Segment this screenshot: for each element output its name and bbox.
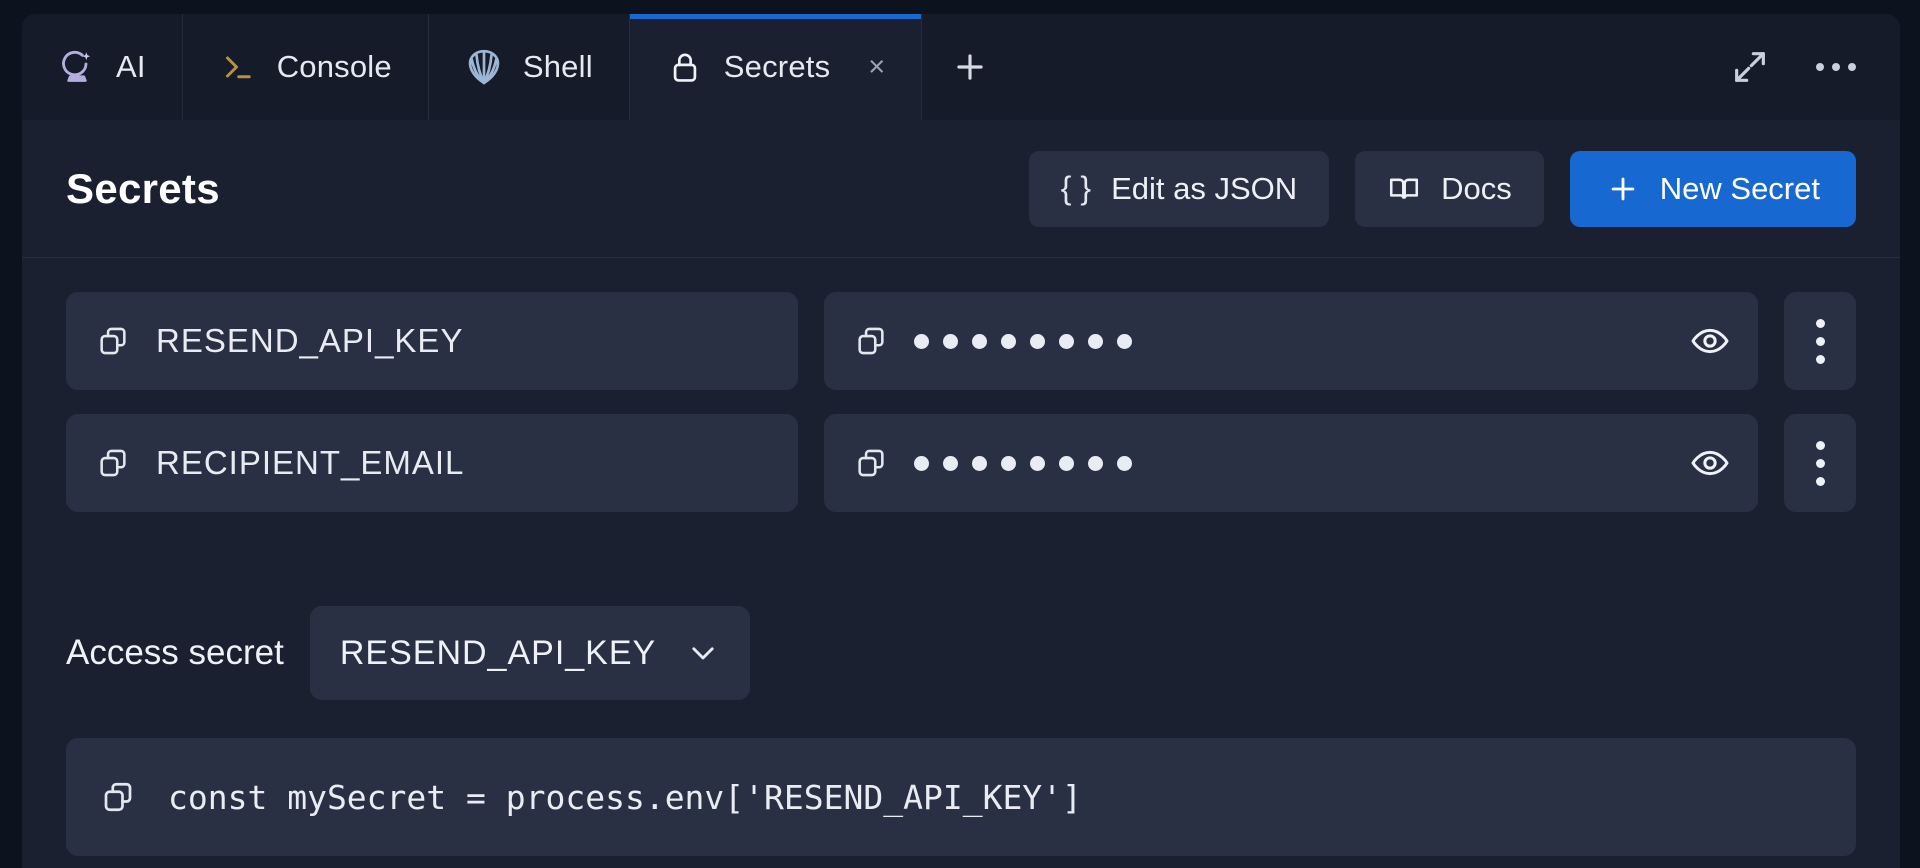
curly-braces-icon: { }	[1061, 170, 1091, 207]
dot	[1816, 477, 1825, 486]
tab-label: Console	[277, 49, 392, 85]
eye-icon[interactable]	[1690, 321, 1730, 361]
code-snippet-box[interactable]: const mySecret = process.env['RESEND_API…	[66, 738, 1856, 856]
eye-icon[interactable]	[1690, 443, 1730, 483]
docs-button[interactable]: Docs	[1355, 151, 1544, 227]
more-horizontal-icon[interactable]	[1816, 63, 1856, 71]
secret-name-field[interactable]: RESEND_API_KEY	[66, 292, 798, 390]
dot	[1816, 337, 1825, 346]
mask-dot	[1059, 334, 1074, 349]
secrets-panel-window: AI Console She	[22, 14, 1900, 868]
mask-dot	[1030, 334, 1045, 349]
new-tab-button[interactable]	[922, 14, 1018, 120]
access-secret-row: Access secret RESEND_API_KEY	[66, 606, 1856, 700]
copy-icon[interactable]	[100, 779, 136, 815]
tab-secrets[interactable]: Secrets ×	[630, 14, 923, 120]
content-header: Secrets { } Edit as JSON Docs	[22, 120, 1900, 258]
edit-as-json-button[interactable]: { } Edit as JSON	[1029, 151, 1329, 227]
tab-console[interactable]: Console	[183, 14, 429, 120]
dot	[1816, 355, 1825, 364]
mask-dot	[943, 334, 958, 349]
mask-dot	[1117, 334, 1132, 349]
copy-icon[interactable]	[96, 446, 130, 480]
tab-label: Secrets	[724, 49, 831, 85]
tab-close-button[interactable]: ×	[868, 53, 885, 82]
mask-dot	[1030, 456, 1045, 471]
plus-icon	[951, 48, 989, 86]
masked-value	[914, 456, 1664, 471]
more-vertical-icon	[1816, 441, 1825, 486]
new-secret-button[interactable]: New Secret	[1570, 151, 1856, 227]
tab-label: AI	[116, 49, 146, 85]
mask-dot	[943, 456, 958, 471]
more-vertical-icon	[1816, 319, 1825, 364]
tab-shell[interactable]: Shell	[429, 14, 630, 120]
secret-row: RESEND_API_KEY	[66, 292, 1856, 390]
copy-icon[interactable]	[96, 324, 130, 358]
code-snippet-text: const mySecret = process.env['RESEND_API…	[168, 778, 1082, 817]
secret-row: RECIPIENT_EMAIL	[66, 414, 1856, 512]
copy-icon[interactable]	[854, 446, 888, 480]
copy-icon[interactable]	[854, 324, 888, 358]
selected-secret: RESEND_API_KEY	[340, 634, 656, 673]
mask-dot	[1001, 456, 1016, 471]
chevron-down-icon	[686, 636, 720, 670]
button-label: Edit as JSON	[1111, 171, 1297, 207]
secret-select-dropdown[interactable]: RESEND_API_KEY	[310, 606, 750, 700]
masked-value	[914, 334, 1664, 349]
crystal-ball-icon	[58, 48, 96, 86]
secrets-body: RESEND_API_KEY	[22, 258, 1900, 868]
secret-menu-button[interactable]	[1784, 292, 1856, 390]
mask-dot	[1088, 334, 1103, 349]
mask-dot	[1001, 334, 1016, 349]
dot	[1832, 63, 1840, 71]
mask-dot	[1088, 456, 1103, 471]
lock-icon	[666, 48, 704, 86]
mask-dot	[1117, 456, 1132, 471]
secret-value-field[interactable]	[824, 414, 1758, 512]
seashell-icon	[465, 48, 503, 86]
mask-dot	[914, 334, 929, 349]
secret-name: RECIPIENT_EMAIL	[156, 444, 464, 482]
button-label: New Secret	[1660, 171, 1820, 207]
terminal-prompt-icon	[219, 48, 257, 86]
secret-name-field[interactable]: RECIPIENT_EMAIL	[66, 414, 798, 512]
access-secret-label: Access secret	[66, 633, 284, 673]
book-icon	[1387, 172, 1421, 206]
tab-bar: AI Console She	[22, 14, 1900, 120]
mask-dot	[1059, 456, 1074, 471]
mask-dot	[972, 456, 987, 471]
window-controls	[1730, 14, 1900, 120]
overflow-dots	[1816, 63, 1856, 71]
plus-icon	[1606, 172, 1640, 206]
button-label: Docs	[1441, 171, 1512, 207]
tab-ai[interactable]: AI	[22, 14, 183, 120]
tab-label: Shell	[523, 49, 593, 85]
header-actions: { } Edit as JSON Docs New S	[1029, 151, 1856, 227]
expand-arrows-icon[interactable]	[1730, 47, 1770, 87]
dot	[1848, 63, 1856, 71]
secret-menu-button[interactable]	[1784, 414, 1856, 512]
mask-dot	[914, 456, 929, 471]
secret-value-field[interactable]	[824, 292, 1758, 390]
dot	[1816, 63, 1824, 71]
page-title: Secrets	[66, 165, 220, 213]
dot	[1816, 441, 1825, 450]
mask-dot	[972, 334, 987, 349]
dot	[1816, 319, 1825, 328]
secret-name: RESEND_API_KEY	[156, 322, 463, 360]
tab-bar-spacer	[1018, 14, 1730, 120]
dot	[1816, 459, 1825, 468]
